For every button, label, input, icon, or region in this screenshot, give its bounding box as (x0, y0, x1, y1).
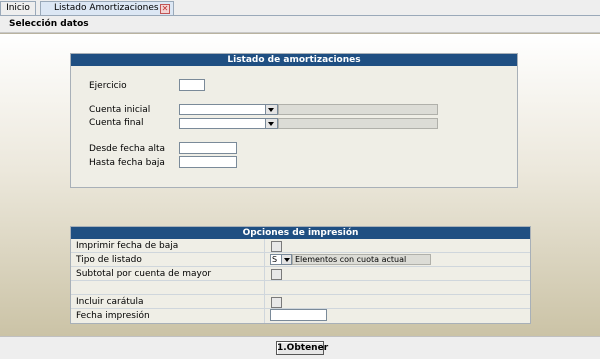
subtotal-cuenta-mayor-label: Subtotal por cuenta de mayor (76, 269, 212, 279)
chevron-down-icon[interactable] (265, 119, 277, 128)
ejercicio-field[interactable] (179, 79, 205, 91)
desde-fecha-alta-label: Desde fecha alta (89, 144, 166, 154)
tipo-listado-description-box: Elementos con cuota actual (292, 254, 431, 265)
cuenta-final-select[interactable] (179, 118, 278, 129)
subtotal-cuenta-mayor-checkbox[interactable] (271, 269, 282, 280)
cuenta-final-label: Cuenta final (89, 118, 144, 128)
tipo-listado-select[interactable]: S (270, 254, 292, 265)
chevron-down-icon[interactable] (265, 105, 277, 114)
close-icon[interactable]: ✕ (160, 4, 170, 14)
tab-inicio[interactable]: Inicio (0, 1, 36, 15)
row-divider (71, 280, 530, 281)
incluir-caratula-checkbox[interactable] (271, 297, 282, 308)
tab-listado-amortizaciones[interactable]: Listado Amortizaciones ✕ (40, 1, 174, 15)
row-divider (71, 266, 530, 267)
cuenta-inicial-select[interactable] (179, 104, 278, 115)
panel-listado-title: Listado de amortizaciones (71, 54, 517, 66)
panel-opciones-title: Opciones de impresión (71, 227, 530, 239)
panel-opciones-impresion: Opciones de impresión Imprimir fecha de … (70, 226, 531, 324)
hasta-fecha-baja-field[interactable] (179, 156, 237, 168)
cuenta-inicial-label: Cuenta inicial (89, 105, 151, 115)
fecha-impresion-label: Fecha impresión (76, 311, 150, 321)
cuenta-inicial-description (278, 104, 438, 115)
row-divider (71, 252, 530, 253)
section-header: Selección datos (0, 16, 600, 33)
main-area: Listado de amortizaciones Ejercicio Cuen… (0, 33, 600, 336)
cuenta-final-description (278, 118, 438, 129)
incluir-caratula-label: Incluir carátula (76, 297, 144, 307)
fecha-impresion-field[interactable] (270, 309, 327, 321)
hasta-fecha-baja-label: Hasta fecha baja (89, 158, 165, 168)
section-title: Selección datos (9, 19, 89, 29)
tab-bar: Inicio Listado Amortizaciones ✕ (0, 0, 600, 16)
desde-fecha-alta-field[interactable] (179, 142, 237, 154)
imprimir-fecha-baja-checkbox[interactable] (271, 241, 282, 252)
ejercicio-label: Ejercicio (89, 81, 127, 91)
action-bar: 1.Obtener (0, 336, 600, 359)
tab-listado-label: Listado Amortizaciones (54, 3, 159, 13)
row-divider (71, 294, 530, 295)
chevron-down-icon[interactable] (281, 255, 291, 264)
imprimir-fecha-baja-label: Imprimir fecha de baja (76, 241, 179, 251)
obtener-button[interactable]: 1.Obtener (276, 341, 328, 355)
tipo-listado-description: Elementos con cuota actual (295, 255, 407, 264)
tipo-listado-label: Tipo de listado (76, 255, 142, 265)
tipo-listado-code: S (272, 255, 278, 264)
tab-inicio-label: Inicio (6, 3, 30, 13)
panel-listado-amortizaciones: Listado de amortizaciones Ejercicio Cuen… (70, 53, 518, 188)
